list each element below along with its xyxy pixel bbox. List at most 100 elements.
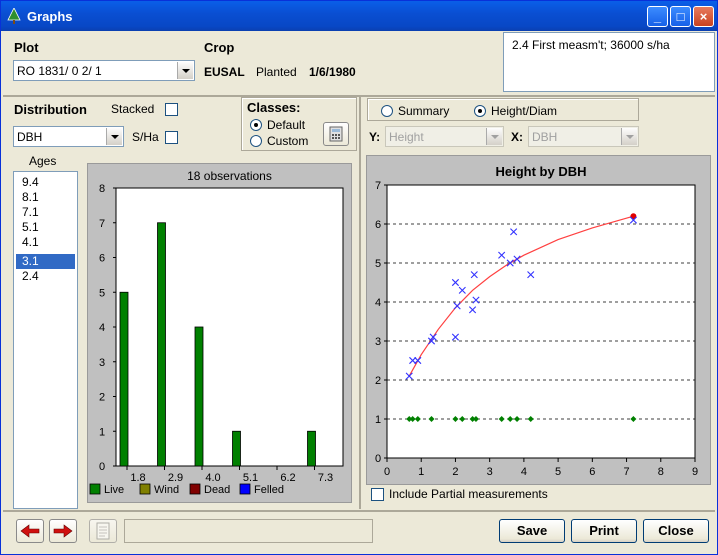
save-button[interactable]: Save [499, 519, 565, 543]
vertical-divider [359, 97, 361, 509]
ages-list-item[interactable]: 5.1 [16, 220, 75, 235]
x-tick-label: 7 [623, 466, 629, 478]
y-tick-label: 1 [375, 414, 381, 426]
y-tick-label: 4 [375, 297, 381, 309]
maximize-button[interactable]: □ [670, 6, 691, 27]
x-tick-label: 5 [555, 466, 561, 478]
info-textbox[interactable]: 2.4 First measm't; 36000 s/ha [503, 32, 715, 92]
x-tick-label: 2 [452, 466, 458, 478]
y-tick-label: 4 [99, 322, 105, 334]
bar [307, 430, 316, 467]
height-diam-label: Height/Diam [491, 104, 558, 118]
next-button[interactable] [49, 519, 77, 543]
ages-list[interactable]: 9.4 8.1 7.1 5.1 4.1 3.1 2.4 [13, 171, 78, 509]
y-tick-label: 2 [375, 375, 381, 387]
x-axis-select[interactable]: DBH [528, 126, 639, 147]
legend-label: Felled [254, 484, 284, 496]
y-tick-label: 7 [99, 218, 105, 230]
x-tick-label: 9 [692, 466, 698, 478]
y-axis-label: Y: [369, 130, 381, 144]
x-tick-label: 6 [589, 466, 595, 478]
plot-select[interactable]: RO 1831/ 0 2/ 1 [13, 60, 195, 81]
ages-list-item[interactable]: 2.4 [16, 269, 75, 284]
height-diam-radio[interactable] [474, 105, 486, 117]
plot-area [386, 184, 696, 459]
x-tick-label: 0 [384, 466, 390, 478]
document-icon [96, 522, 110, 540]
ages-list-item[interactable]: 9.4 [16, 175, 75, 190]
y-tick-label: 7 [375, 180, 381, 192]
y-tick-label: 6 [99, 253, 105, 265]
crop-species: EUSAL [204, 65, 245, 79]
legend-swatch [239, 483, 251, 495]
height-by-dbh-chart: Height by DBH 0 1 2 3 4 5 6 7 0 1 2 3 4 5 6 7 8 9 [366, 155, 711, 485]
custom-classes-radio[interactable] [250, 135, 262, 147]
chevron-down-icon[interactable] [106, 128, 122, 145]
y-tick-label: 3 [99, 357, 105, 369]
arrow-left-icon [20, 524, 40, 538]
y-tick-label: 1 [99, 426, 105, 438]
chevron-down-icon[interactable] [486, 128, 502, 145]
distribution-select-value: DBH [17, 130, 43, 144]
y-tick-label: 3 [375, 336, 381, 348]
chevron-down-icon[interactable] [177, 62, 193, 79]
legend-label: Dead [204, 484, 230, 496]
y-tick-label: 0 [375, 453, 381, 465]
calculator-icon [329, 126, 343, 142]
tree-icon [7, 8, 21, 24]
y-axis-select[interactable]: Height [385, 126, 504, 147]
planted-date: 1/6/1980 [309, 65, 356, 79]
summary-label: Summary [398, 104, 450, 118]
x-tick-label: 4 [521, 466, 527, 478]
y-axis-select-value: Height [389, 130, 424, 144]
bottom-divider [3, 510, 715, 512]
legend-label: Wind [154, 484, 179, 496]
chevron-down-icon[interactable] [621, 128, 637, 145]
ages-list-item[interactable]: 7.1 [16, 205, 75, 220]
x-tick-label: 5.1 [243, 472, 258, 484]
y-tick-label: 5 [99, 287, 105, 299]
arrow-right-icon [53, 524, 73, 538]
custom-classes-button[interactable] [323, 122, 349, 146]
default-classes-label: Default [267, 118, 306, 132]
x-axis-select-value: DBH [532, 130, 558, 144]
include-partial-checkbox[interactable] [371, 488, 384, 501]
y-tick-label: 8 [99, 183, 105, 195]
y-tick-label: 2 [99, 392, 105, 404]
window-title: Graphs [27, 9, 73, 24]
sha-checkbox[interactable] [165, 131, 178, 144]
distribution-select[interactable]: DBH [13, 126, 124, 147]
ages-list-item-selected[interactable]: 3.1 [16, 254, 75, 269]
distribution-chart: 18 observations 0 1 2 3 4 5 6 7 8 1.8 2.9 4.0 5.1 6.2 7… [87, 163, 352, 503]
graphs-window: Graphs _ □ × Plot RO 1831/ 0 2/ 1 Crop E… [0, 0, 718, 555]
x-tick-label: 1.8 [130, 472, 145, 484]
ages-label: Ages [29, 154, 57, 168]
print-button[interactable]: Print [571, 519, 637, 543]
minimize-button[interactable]: _ [647, 6, 668, 27]
bar [157, 222, 166, 467]
ages-list-item[interactable]: 4.1 [16, 235, 75, 250]
x-tick-label: 8 [658, 466, 664, 478]
bar [119, 291, 129, 467]
chart-title: 18 observations [187, 169, 272, 183]
close-window-button[interactable]: × [693, 6, 714, 27]
title-bar[interactable]: Graphs _ □ × [1, 1, 717, 31]
summary-radio[interactable] [381, 105, 393, 117]
default-classes-radio[interactable] [250, 119, 262, 131]
custom-classes-label: Custom [267, 134, 309, 148]
bar [194, 326, 204, 467]
height-by-dbh-scatter: Height by DBH 0 1 2 3 4 5 6 7 0 1 2 3 4 5 6 7 8 9 [375, 164, 698, 478]
close-button[interactable]: Close [643, 519, 709, 543]
ages-list-item[interactable]: 8.1 [16, 190, 75, 205]
x-tick-label: 1 [418, 466, 424, 478]
x-axis-label: X: [511, 130, 523, 144]
previous-button[interactable] [16, 519, 44, 543]
crop-label: Crop [204, 40, 235, 55]
x-tick-label: 6.2 [280, 472, 295, 484]
legend-label: Live [104, 484, 124, 496]
legend-swatch [89, 483, 101, 495]
chart-title: Height by DBH [496, 164, 587, 179]
stacked-checkbox[interactable] [165, 103, 178, 116]
planted-label: Planted [256, 65, 297, 79]
notes-button[interactable] [89, 519, 117, 543]
